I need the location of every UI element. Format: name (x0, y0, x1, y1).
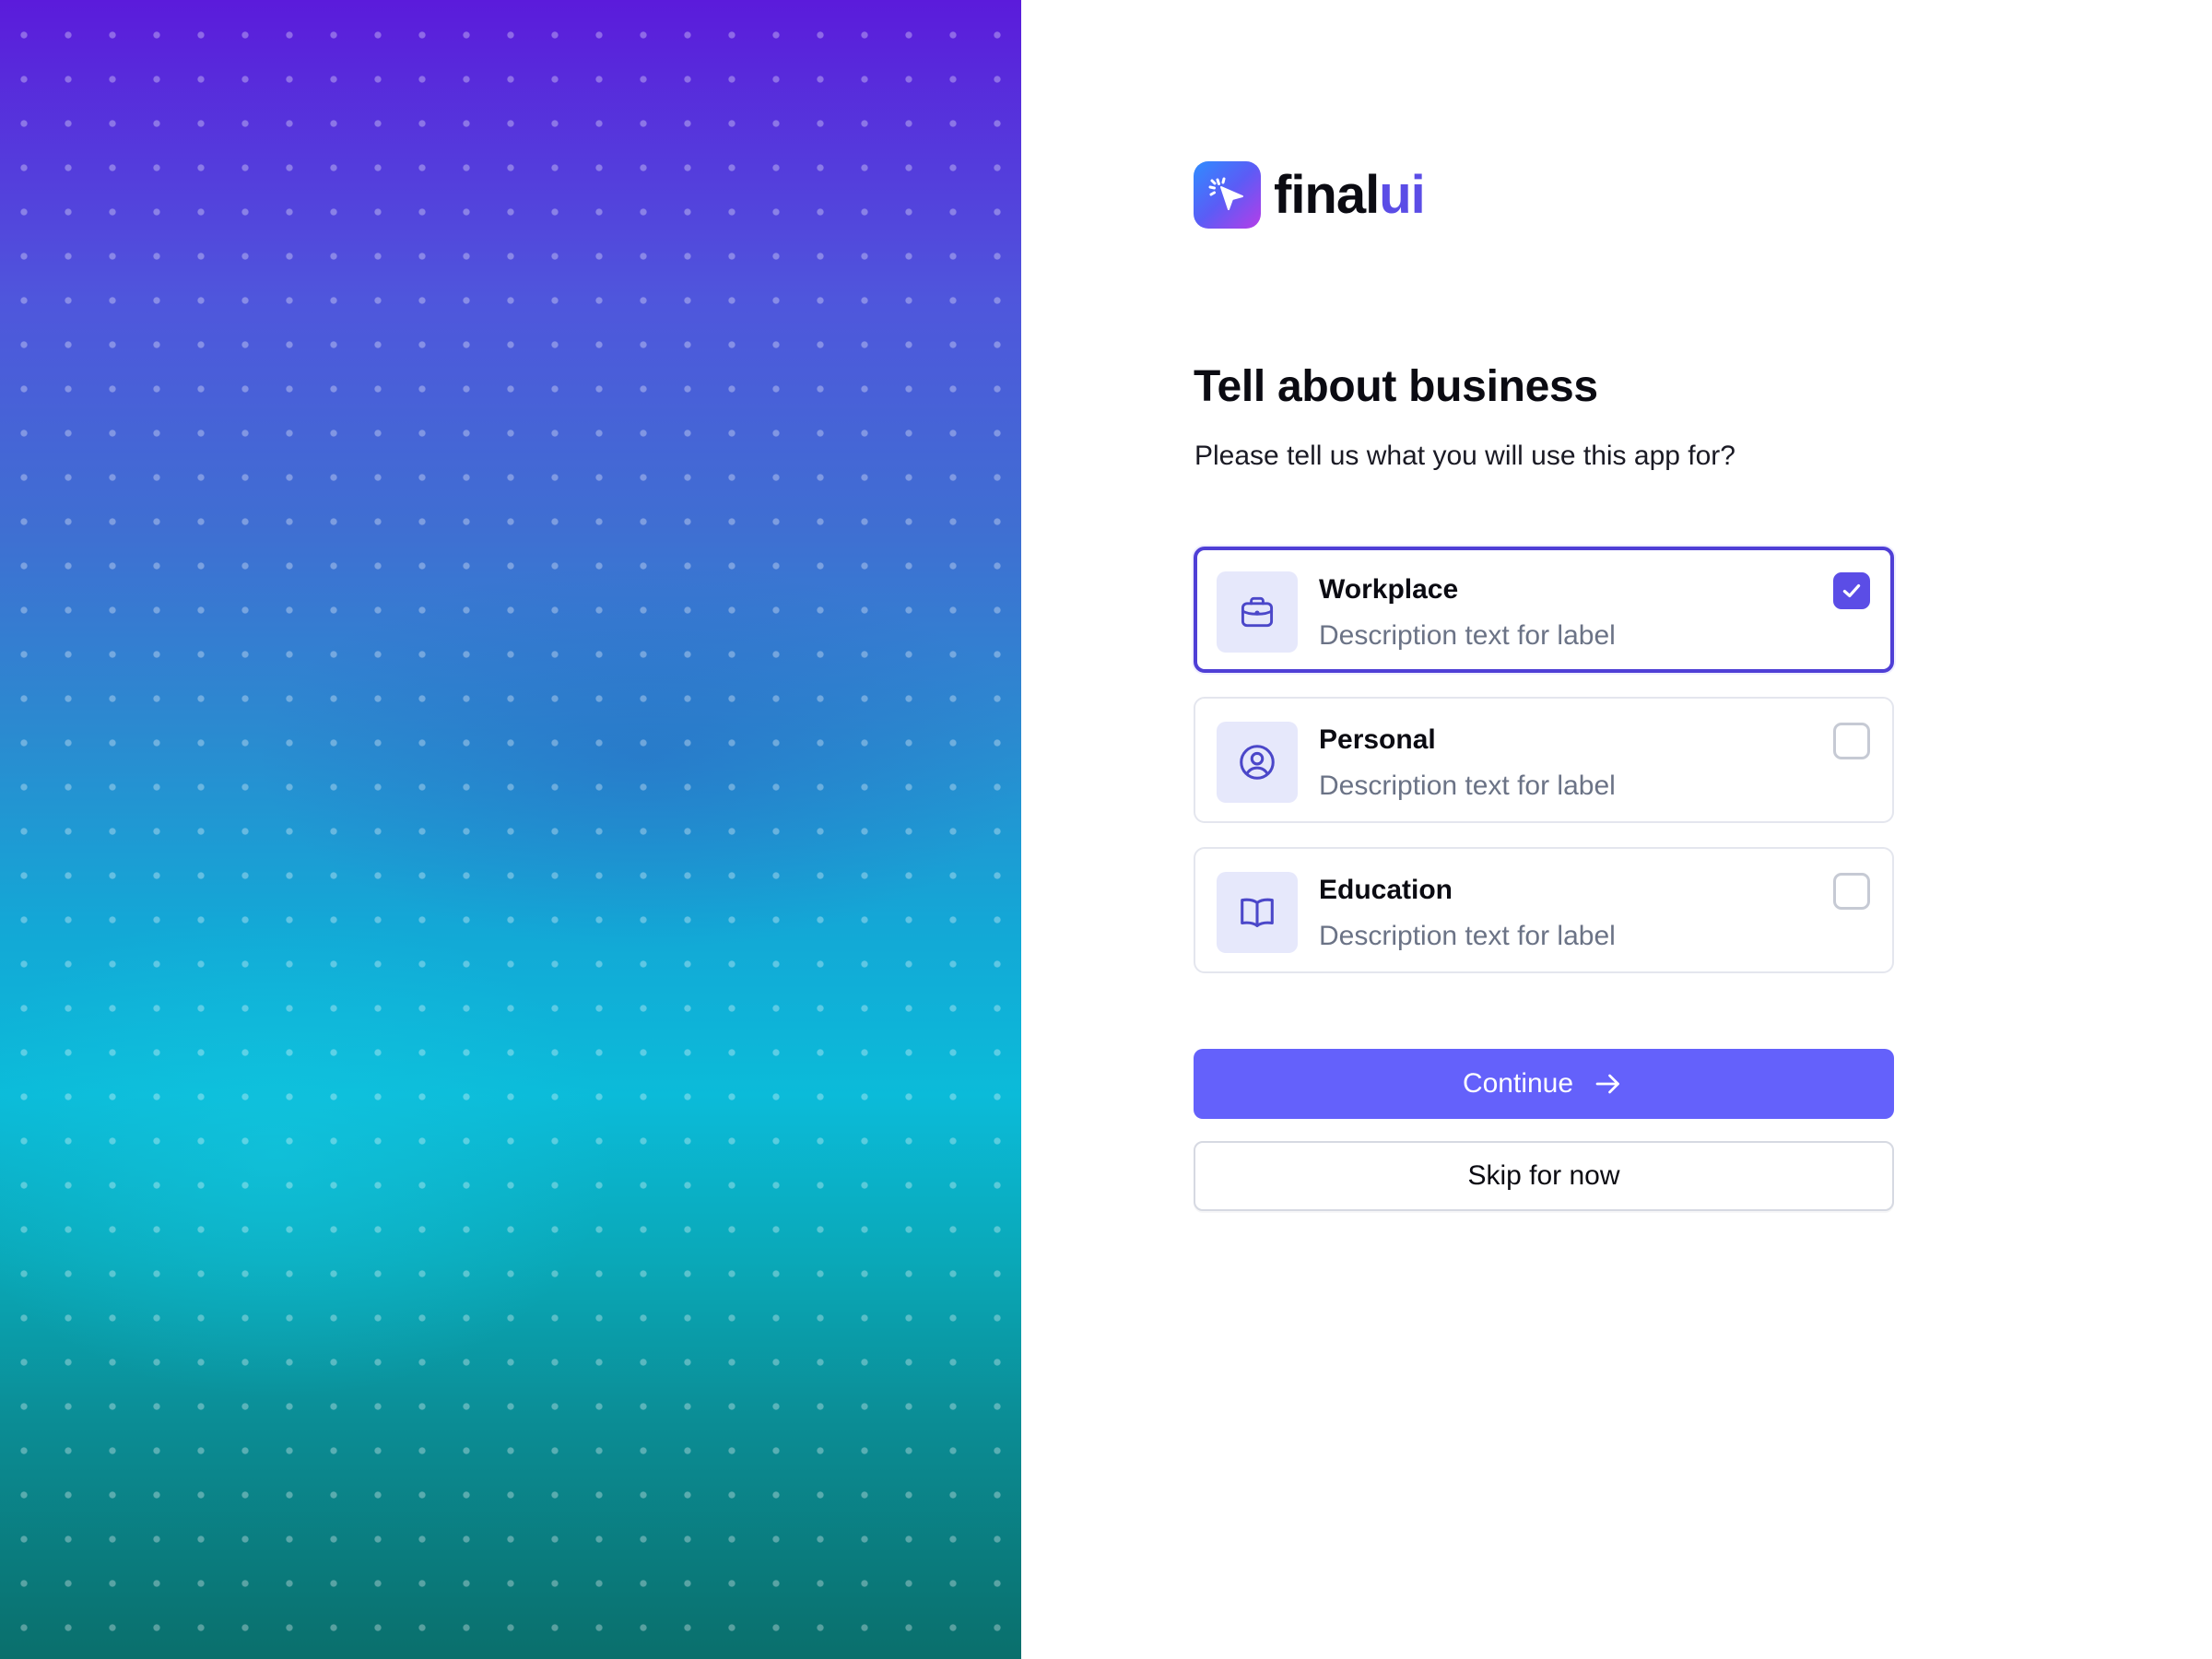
option-title: Personal (1319, 724, 1436, 755)
user-circle-icon (1217, 722, 1298, 803)
usage-options-list: Workplace Description text for label Per… (1194, 547, 1894, 997)
option-personal-checkbox[interactable] (1833, 723, 1870, 759)
option-education[interactable]: Education Description text for label (1194, 847, 1894, 973)
option-education-checkbox[interactable] (1833, 873, 1870, 910)
option-personal[interactable]: Personal Description text for label (1194, 697, 1894, 823)
page-title: Tell about business (1194, 362, 1598, 411)
option-description: Description text for label (1319, 921, 1616, 951)
arrow-right-icon (1595, 1074, 1619, 1094)
option-workplace[interactable]: Workplace Description text for label (1194, 547, 1894, 673)
option-description: Description text for label (1319, 620, 1616, 651)
option-title: Education (1319, 875, 1453, 905)
skip-button-label: Skip for now (1467, 1160, 1620, 1191)
brand-name-main: final (1274, 164, 1380, 225)
continue-button-label: Continue (1462, 1068, 1574, 1099)
check-icon (1842, 583, 1861, 598)
content-panel: finalui Tell about business Please tell … (1021, 0, 2212, 1659)
option-title: Workplace (1319, 574, 1459, 605)
hero-gradient-panel (0, 0, 1021, 1659)
briefcase-icon (1217, 571, 1298, 653)
book-open-icon (1217, 872, 1298, 953)
brand-name-accent: ui (1379, 164, 1426, 225)
option-text: Workplace Description text for label (1319, 574, 1616, 652)
onboarding-page: finalui Tell about business Please tell … (0, 0, 2212, 1659)
option-text: Personal Description text for label (1319, 724, 1616, 802)
brand-name: finalui (1274, 168, 1426, 222)
option-text: Education Description text for label (1319, 875, 1616, 952)
option-workplace-checkbox[interactable] (1833, 572, 1870, 609)
continue-button[interactable]: Continue (1194, 1049, 1894, 1119)
hero-dot-pattern (0, 0, 1021, 1659)
page-subtitle: Please tell us what you will use this ap… (1194, 441, 1735, 471)
skip-button[interactable]: Skip for now (1194, 1141, 1894, 1211)
cursor-sparkle-icon (1194, 161, 1261, 229)
brand-logo: finalui (1194, 161, 1426, 229)
option-description: Description text for label (1319, 771, 1616, 801)
